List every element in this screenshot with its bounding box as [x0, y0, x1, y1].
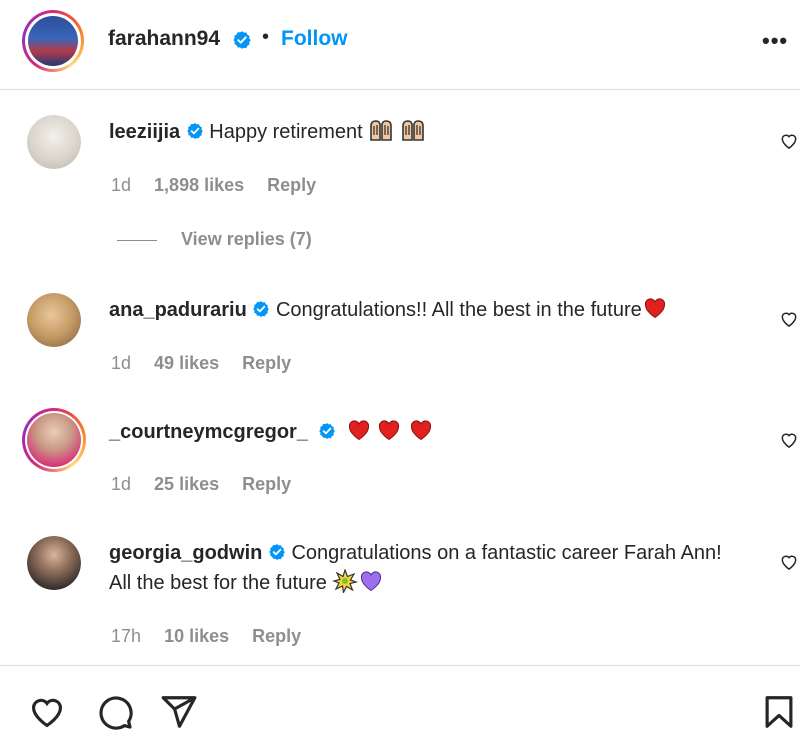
red-heart-icon	[411, 420, 432, 441]
raising-hands-icon	[402, 120, 424, 141]
reply-button[interactable]: Reply	[242, 353, 291, 373]
verified-badge-icon	[233, 31, 251, 49]
comment-likes[interactable]: 1,898 likes	[154, 175, 244, 195]
comment-meta: 1d 1,898 likes Reply	[111, 175, 334, 196]
comment-time: 17h	[111, 626, 142, 646]
comment-username[interactable]: leeziijia	[109, 121, 180, 143]
replies-divider	[117, 239, 157, 241]
more-options-icon[interactable]: •••	[762, 28, 792, 53]
like-heart-icon[interactable]	[28, 693, 66, 731]
red-heart-icon	[379, 420, 400, 441]
red-heart-icon	[644, 298, 665, 319]
comment-icon[interactable]	[96, 693, 134, 731]
verified-badge-icon	[186, 123, 203, 139]
comment-username[interactable]: ana_padurariu	[109, 299, 247, 321]
comment-meta: 1d 49 likes Reply	[111, 353, 309, 374]
commenter-avatar[interactable]	[22, 408, 86, 472]
verified-badge-icon	[318, 423, 335, 439]
reply-button[interactable]: Reply	[267, 175, 316, 195]
comment-likes[interactable]: 49 likes	[154, 353, 219, 373]
post-header: farahann94 • Follow •••	[0, 0, 800, 90]
verified-badge-icon	[269, 544, 285, 560]
separator-dot: •	[262, 26, 270, 48]
comment-likes[interactable]: 10 likes	[164, 626, 229, 646]
comment-text: Happy retirement	[209, 121, 363, 143]
comment-meta: 17h 10 likes Reply	[111, 626, 319, 647]
commenter-avatar[interactable]	[27, 293, 81, 347]
author-username[interactable]: farahann94	[108, 27, 220, 51]
purple-heart-icon	[361, 571, 382, 592]
sparkle-icon	[332, 569, 359, 593]
heart-icon[interactable]	[779, 131, 799, 151]
verified-badge-icon	[253, 301, 270, 317]
follow-button[interactable]: Follow	[281, 27, 348, 51]
comment-username[interactable]: _courtneymcgregor_	[109, 421, 308, 443]
heart-icon[interactable]	[779, 430, 799, 450]
author-avatar[interactable]	[22, 10, 84, 72]
raising-hands-icon	[370, 120, 393, 141]
comment-likes[interactable]: 25 likes	[154, 474, 219, 494]
comment-username[interactable]: georgia_godwin	[109, 542, 262, 564]
heart-icon[interactable]	[779, 552, 799, 572]
reply-button[interactable]: Reply	[252, 626, 301, 646]
comment-time: 1d	[111, 474, 132, 494]
comment-text: Congratulations!! All the best in the fu…	[275, 299, 642, 321]
commenter-avatar[interactable]	[27, 115, 81, 169]
comment-time: 1d	[111, 175, 132, 195]
bookmark-icon[interactable]	[760, 693, 798, 731]
share-icon[interactable]	[160, 693, 198, 731]
comment-meta: 1d 25 likes Reply	[111, 474, 309, 495]
comment-time: 1d	[111, 353, 132, 373]
heart-icon[interactable]	[779, 309, 799, 329]
commenter-avatar[interactable]	[27, 536, 81, 590]
action-bar	[0, 665, 800, 742]
view-replies-button[interactable]: View replies (7)	[117, 229, 312, 250]
reply-button[interactable]: Reply	[242, 474, 291, 494]
red-heart-icon	[349, 420, 370, 441]
